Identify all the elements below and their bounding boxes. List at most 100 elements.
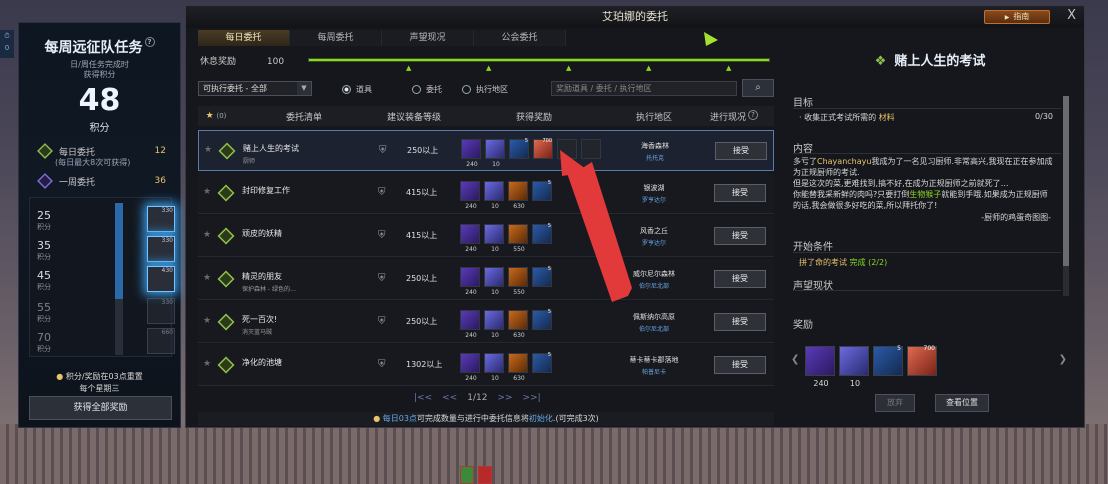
reward-item-icon[interactable]: 10 (484, 353, 504, 382)
favorite-star-icon[interactable]: ★ (204, 145, 212, 155)
view-location-button[interactable]: 查看位置 (935, 394, 989, 412)
chevron-left-icon[interactable]: ❮ (791, 354, 799, 365)
rest-bonus-bar (308, 58, 770, 62)
table-row[interactable]: ★ 净化的池塘 ⛨ 1302以上 240 10 630 5 蒂卡蒂卡郡落地 帕普尼卡 接受 (198, 345, 774, 386)
help-icon[interactable]: ? (748, 109, 758, 120)
search-button[interactable]: ⌕ (742, 79, 774, 97)
accept-button[interactable]: 接受 (714, 184, 766, 202)
reward-item-icon[interactable]: 240 (805, 346, 835, 388)
next-page-button[interactable]: >> (497, 393, 512, 403)
region: 银波湖 罗亨达尔 (641, 184, 666, 204)
accept-button[interactable]: 接受 (714, 313, 766, 331)
last-page-button[interactable]: >>| (523, 393, 541, 403)
reward-item-icon[interactable]: 240 (460, 267, 480, 296)
accept-button[interactable]: 接受 (714, 227, 766, 245)
recommended-level: 415以上 (406, 231, 438, 240)
reward-item-icon[interactable]: 240 (461, 139, 481, 168)
reward-item-icon[interactable]: 5 (532, 309, 552, 330)
radio-item[interactable]: 道具 (342, 84, 372, 95)
favorite-star-icon[interactable]: ★ (0) (198, 111, 234, 121)
favorite-star-icon[interactable]: ★ (203, 316, 211, 326)
reward-item-icon[interactable]: 10 (484, 181, 504, 210)
tab-reputation[interactable]: 声望现况 (382, 30, 474, 46)
daily-points-note: (每日最大8次可获得) (55, 158, 131, 167)
prev-page-button[interactable]: << (442, 393, 457, 403)
table-row[interactable]: ★ 顽皮的妖精 ⛨ 415以上 240 10 550 5 风香之丘 罗亨达尔 接受 (198, 216, 774, 257)
reward-item-icon[interactable]: 5 (532, 223, 552, 244)
search-input[interactable]: 奖励道具 / 委托 / 执行地区 (551, 81, 737, 96)
detail-scrollbar[interactable] (1063, 96, 1069, 296)
reward-item-icon[interactable]: 5 (873, 345, 903, 376)
tier-progress-remaining (115, 299, 123, 355)
radio-region[interactable]: 执行地区 (462, 84, 508, 95)
tier-reward-chest[interactable]: 330 (147, 236, 175, 262)
accept-button[interactable]: 接受 (714, 270, 766, 288)
clock-widget[interactable]: ⏱ 0 (0, 30, 14, 58)
reward-item-icon[interactable]: 10 (839, 346, 869, 388)
favorite-star-icon[interactable]: ★ (203, 187, 211, 197)
daily-quest-icon (217, 184, 235, 202)
objective-text: · 收集正式考试所需的 材料 (799, 113, 895, 122)
reward-item-icon[interactable] (557, 139, 577, 159)
reset-note: ● 积分/奖励在03点重置 每个星期三 (56, 372, 143, 393)
reward-item-icon[interactable]: 240 (460, 181, 480, 210)
reward-item-icon[interactable]: 5 (509, 138, 529, 159)
reward-item-icon[interactable]: 10 (484, 267, 504, 296)
reward-item-icon[interactable]: 5 (532, 352, 552, 373)
helmet-icon: ⛨ (378, 359, 386, 370)
reward-item-icon[interactable]: 10 (484, 224, 504, 253)
commission-filter-dropdown[interactable]: 可执行委托 - 全部 ▼ (198, 81, 312, 96)
accept-button[interactable]: 接受 (714, 356, 766, 374)
help-icon[interactable]: ? (144, 37, 155, 47)
abandon-button[interactable]: 放弃 (875, 394, 915, 412)
favorite-star-icon[interactable]: ★ (203, 230, 211, 240)
reward-item-icon[interactable]: 550 (508, 267, 528, 296)
scrollbar-thumb[interactable] (1063, 96, 1069, 266)
table-row[interactable]: ★ 赌上人生的考试 厨师 ⛨ 250以上 240 10 5 700 海香森林 托托克 接受 (198, 130, 774, 171)
reward-item-icon[interactable]: 630 (508, 353, 528, 382)
tier-45: 45 积分 (37, 269, 51, 291)
reward-item-icon[interactable]: 5 (532, 266, 552, 287)
tab-weekly[interactable]: 每周委托 (290, 30, 382, 46)
tier-reward-chest-locked[interactable]: 660 (147, 328, 175, 354)
region: 蒂卡蒂卡郡落地 帕普尼卡 (629, 356, 679, 376)
radio-icon (462, 85, 471, 94)
hotbar-slot[interactable] (460, 466, 474, 484)
reward-item-icon[interactable]: 700 (533, 138, 553, 159)
reward-item-icon[interactable]: 240 (460, 224, 480, 253)
first-page-button[interactable]: |<< (414, 393, 432, 403)
reward-item-icon[interactable] (581, 139, 601, 159)
table-row[interactable]: ★ 死一百次! 消灭蓝马贼 ⛨ 250以上 240 10 630 5 佩斯纳尔高原 伯尔尼北部 接受 (198, 302, 774, 343)
hotbar-slot[interactable] (478, 466, 492, 484)
accept-button[interactable]: 接受 (715, 142, 767, 160)
reward-item-icon[interactable]: 630 (508, 181, 528, 210)
reward-item-icon[interactable]: 700 (907, 345, 937, 376)
daily-points-label: 每日委托 (59, 147, 96, 158)
reward-item-icon[interactable]: 240 (460, 353, 480, 382)
tab-daily[interactable]: 每日委托 (198, 30, 290, 46)
commission-name: 精灵的朋友 保护森林 - 绿色的… (242, 272, 296, 293)
reward-list: 240 10 630 5 (460, 180, 552, 210)
reward-item-icon[interactable]: 10 (484, 310, 504, 339)
tier-70: 70 积分 (37, 331, 51, 353)
reward-item-icon[interactable]: 10 (485, 139, 505, 168)
tier-reward-chest-locked[interactable]: 330 (147, 298, 175, 324)
weekly-expedition-title: 每周远征队任务? (19, 37, 180, 57)
favorite-star-icon[interactable]: ★ (203, 273, 211, 283)
favorite-star-icon[interactable]: ★ (203, 359, 211, 369)
table-row[interactable]: ★ 精灵的朋友 保护森林 - 绿色的… ⛨ 250以上 240 10 550 5 威尔尼尔森林 伯尔… (198, 259, 774, 300)
claim-all-button[interactable]: 获得全部奖励 (29, 396, 172, 420)
reward-item-icon[interactable]: 240 (460, 310, 480, 339)
close-button[interactable]: X (1067, 8, 1076, 23)
objective-count: 0/30 (1035, 112, 1053, 121)
tier-reward-chest[interactable]: 430 (147, 266, 175, 292)
reward-item-icon[interactable]: 5 (532, 180, 552, 201)
chevron-right-icon[interactable]: ❯ (1059, 354, 1067, 365)
tab-guild[interactable]: 公会委托 (474, 30, 566, 46)
reward-item-icon[interactable]: 630 (508, 310, 528, 339)
radio-commission[interactable]: 委托 (412, 84, 442, 95)
tier-reward-chest[interactable]: 330 (147, 206, 175, 232)
reward-item-icon[interactable]: 550 (508, 224, 528, 253)
guide-button[interactable]: 指南 (984, 10, 1050, 24)
table-row[interactable]: ★ 封印修复工作 ⛨ 415以上 240 10 630 5 银波湖 罗亨达尔 接受 (198, 173, 774, 214)
